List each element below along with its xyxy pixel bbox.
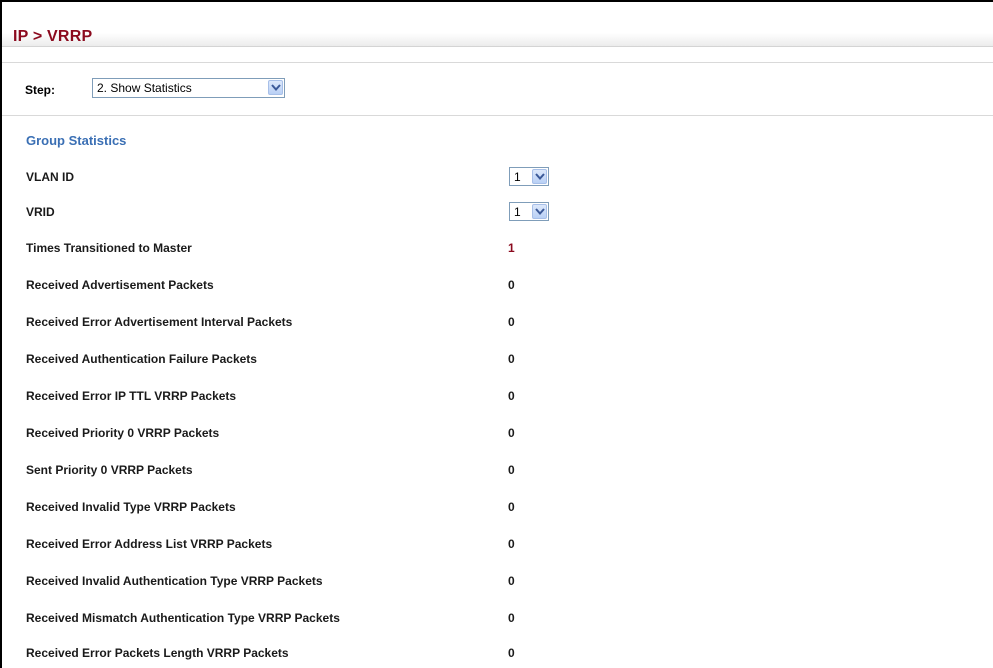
stat-value: 0 (508, 500, 515, 514)
stat-label: Times Transitioned to Master (26, 241, 192, 255)
stat-value: 0 (508, 611, 515, 625)
stat-value: 0 (508, 574, 515, 588)
vlan-id-label: VLAN ID (26, 170, 74, 184)
vrid-select[interactable]: 1 (509, 202, 549, 221)
stat-value: 0 (508, 315, 515, 329)
vlan-id-value: 1 (514, 170, 521, 184)
stat-label: Received Mismatch Authentication Type VR… (26, 611, 340, 625)
stat-value: 0 (508, 352, 515, 366)
page-title: IP > VRRP (13, 28, 93, 45)
stat-label: Sent Priority 0 VRRP Packets (26, 463, 193, 477)
stat-label: Received Error Packets Length VRRP Packe… (26, 646, 289, 660)
stat-value: 0 (508, 426, 515, 440)
stat-label: Received Error Advertisement Interval Pa… (26, 315, 293, 329)
stat-label: Received Error Address List VRRP Packets (26, 537, 273, 551)
vrid-label: VRID (26, 205, 55, 219)
stat-label: Received Invalid Type VRRP Packets (26, 500, 236, 514)
step-select-value: 2. Show Statistics (97, 81, 192, 95)
stat-value: 0 (508, 389, 515, 403)
stat-label: Received Priority 0 VRRP Packets (26, 426, 220, 440)
step-bar: Step: 2. Show Statistics (2, 62, 993, 116)
vrid-value: 1 (514, 205, 521, 219)
section-title: Group Statistics (26, 133, 127, 148)
chevron-down-icon[interactable] (268, 80, 283, 95)
stat-label: Received Advertisement Packets (26, 278, 214, 292)
vlan-id-select[interactable]: 1 (509, 167, 549, 186)
chevron-down-icon[interactable] (532, 204, 547, 219)
chevron-down-icon[interactable] (532, 169, 547, 184)
stat-label: Received Authentication Failure Packets (26, 352, 257, 366)
stat-value: 0 (508, 537, 515, 551)
stat-label: Received Invalid Authentication Type VRR… (26, 574, 323, 588)
title-bar: IP > VRRP (2, 2, 993, 47)
stat-label: Received Error IP TTL VRRP Packets (26, 389, 237, 403)
stat-value: 0 (508, 646, 515, 660)
stat-value: 0 (508, 278, 515, 292)
step-label: Step: (25, 83, 55, 97)
stat-value: 1 (508, 241, 515, 255)
stat-value: 0 (508, 463, 515, 477)
step-select[interactable]: 2. Show Statistics (92, 78, 285, 98)
